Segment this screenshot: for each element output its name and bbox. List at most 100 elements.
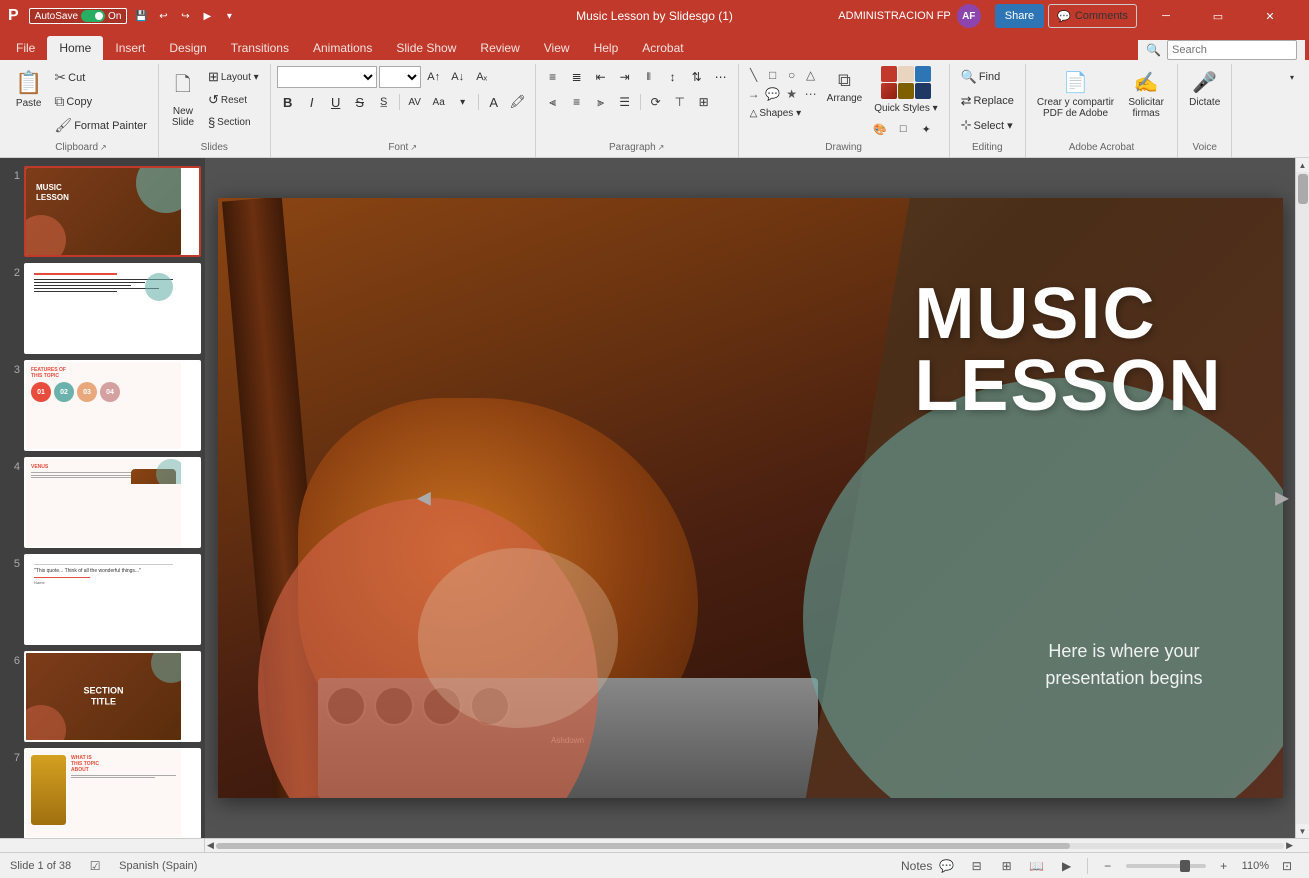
shapes-button[interactable]: △ Shapes ▾: [745, 105, 820, 122]
user-avatar[interactable]: AF: [957, 4, 981, 28]
normal-view-button[interactable]: ⊟: [965, 855, 989, 877]
redo-button[interactable]: ↪: [177, 8, 193, 24]
align-center-button[interactable]: ≡: [566, 91, 588, 113]
style-swatch-5[interactable]: [898, 83, 914, 99]
style-swatch-3[interactable]: [915, 66, 931, 82]
quick-styles-button[interactable]: Quick Styles ▾: [869, 100, 942, 117]
font-expand-icon[interactable]: ↗: [410, 143, 417, 152]
comments-status-button[interactable]: 💬: [935, 855, 959, 877]
bold-button[interactable]: B: [277, 91, 299, 113]
shape-outline-button[interactable]: □: [892, 118, 914, 140]
slide-item-1[interactable]: 1 MUSICLESSON: [4, 166, 201, 257]
tab-help[interactable]: Help: [582, 36, 631, 60]
tab-transitions[interactable]: Transitions: [219, 36, 301, 60]
shape-callout[interactable]: 💬: [764, 85, 782, 103]
shape-tri[interactable]: △: [802, 66, 820, 84]
decrease-indent-button[interactable]: ⇤: [590, 66, 612, 88]
style-swatch-6[interactable]: [915, 83, 931, 99]
slide-item-3[interactable]: 3 FEATURES OFTHIS TOPIC 01 02 03 04: [4, 360, 201, 451]
fit-to-window-button[interactable]: ⊡: [1275, 855, 1299, 877]
justify-button[interactable]: ☰: [614, 91, 636, 113]
tab-acrobat[interactable]: Acrobat: [630, 36, 695, 60]
font-family-select[interactable]: [277, 66, 377, 88]
share-button[interactable]: Share: [995, 4, 1044, 28]
highlight-button[interactable]: 🖍: [507, 91, 529, 113]
line-spacing-button[interactable]: ↕: [662, 66, 684, 88]
font-case-button[interactable]: Aa: [428, 91, 450, 113]
slide-item-7[interactable]: 7 WHAT ISTHIS TOPICABOUT: [4, 748, 201, 838]
slide-thumb-6[interactable]: SECTIONTITLE: [24, 651, 201, 742]
char-spacing-button[interactable]: AV: [404, 91, 426, 113]
h-scroll-thumb[interactable]: [216, 843, 1071, 849]
next-slide-button[interactable]: ▶: [1275, 488, 1289, 509]
tab-view[interactable]: View: [532, 36, 582, 60]
scroll-up-button[interactable]: ▲: [1296, 158, 1309, 172]
slide-thumb-7[interactable]: WHAT ISTHIS TOPICABOUT: [24, 748, 201, 838]
clear-format-button[interactable]: Aₓ: [471, 66, 493, 88]
autosave-toggle[interactable]: [81, 10, 105, 22]
replace-button[interactable]: ⇄ Replace: [956, 90, 1019, 112]
find-button[interactable]: 🔍 Find: [956, 66, 1006, 88]
scroll-thumb[interactable]: [1298, 174, 1308, 204]
underline-button[interactable]: U: [325, 91, 347, 113]
italic-button[interactable]: I: [301, 91, 323, 113]
shape-arrow[interactable]: →: [745, 85, 763, 103]
smartart2-button[interactable]: ⊞: [693, 91, 715, 113]
tab-home[interactable]: Home: [47, 36, 103, 60]
copy-button[interactable]: ⧉ Copy: [49, 90, 152, 113]
minimize-button[interactable]: ─: [1143, 0, 1189, 32]
shape-rect[interactable]: □: [764, 66, 782, 84]
ribbon-expand-button[interactable]: ▾: [1281, 66, 1303, 88]
slide-thumb-5[interactable]: "This quote... Think of all the wonderfu…: [24, 554, 201, 645]
zoom-slider[interactable]: [1126, 864, 1206, 868]
search-input[interactable]: [1167, 40, 1297, 60]
font-case-dropdown[interactable]: ▾: [452, 91, 474, 113]
tab-review[interactable]: Review: [468, 36, 531, 60]
slide-item-6[interactable]: 6 SECTIONTITLE: [4, 651, 201, 742]
text-direction-button[interactable]: ⟳: [645, 91, 667, 113]
col-button[interactable]: ⫴: [638, 66, 660, 88]
clipboard-expand-icon[interactable]: ↗: [100, 143, 107, 152]
tab-slideshow[interactable]: Slide Show: [384, 36, 468, 60]
shape-effects-button[interactable]: ✦: [915, 118, 937, 140]
slide-sorter-button[interactable]: ⊞: [995, 855, 1019, 877]
tab-design[interactable]: Design: [157, 36, 218, 60]
shape-line[interactable]: ╲: [745, 66, 763, 84]
style-swatch-1[interactable]: [881, 66, 897, 82]
comments-button[interactable]: 💬 Comments: [1048, 4, 1137, 28]
zoom-in-button[interactable]: +: [1212, 855, 1236, 877]
prev-slide-button[interactable]: ◀: [417, 488, 431, 509]
style-swatch-4[interactable]: [881, 83, 897, 99]
select-button[interactable]: ⊹ Select ▾: [956, 114, 1018, 136]
close-button[interactable]: ✕: [1247, 0, 1293, 32]
h-scroll-right-button[interactable]: ▶: [1286, 840, 1293, 851]
slide-thumb-1[interactable]: MUSICLESSON: [24, 166, 201, 257]
arrange-button[interactable]: ⧉ Arrange: [822, 66, 868, 108]
new-slide-button[interactable]: 🗋 NewSlide: [165, 66, 201, 132]
bullet-list-button[interactable]: ≡: [542, 66, 564, 88]
font-color-button[interactable]: A: [483, 91, 505, 113]
increase-font-button[interactable]: A↑: [423, 66, 445, 88]
tab-file[interactable]: File: [4, 36, 47, 60]
slide-thumb-4[interactable]: VENUS: [24, 457, 201, 548]
tab-insert[interactable]: Insert: [103, 36, 157, 60]
scroll-down-button[interactable]: ▼: [1296, 824, 1309, 838]
shape-star[interactable]: ★: [783, 85, 801, 103]
zoom-out-button[interactable]: −: [1096, 855, 1120, 877]
convert-smartart-button[interactable]: ⋯: [710, 66, 732, 88]
section-button[interactable]: § Section: [203, 112, 264, 133]
paragraph-expand-icon[interactable]: ↗: [658, 143, 665, 152]
zoom-thumb[interactable]: [1180, 860, 1190, 872]
tab-animations[interactable]: Animations: [301, 36, 384, 60]
slide-subtitle[interactable]: Here is where yourpresentation begins: [1045, 638, 1202, 692]
shape-circle[interactable]: ○: [783, 66, 801, 84]
format-painter-button[interactable]: 🖌 Format Painter: [49, 114, 152, 137]
present-button[interactable]: ▶: [199, 8, 215, 24]
h-scroll-left-button[interactable]: ◀: [207, 840, 214, 851]
slide-thumb-3[interactable]: FEATURES OFTHIS TOPIC 01 02 03 04: [24, 360, 201, 451]
reading-view-button[interactable]: 📖: [1025, 855, 1049, 877]
create-pdf-button[interactable]: 📄 Crear y compartirPDF de Adobe: [1032, 66, 1119, 123]
solicitar-button[interactable]: ✍ Solicitarfirmas: [1121, 66, 1171, 123]
slideshow-button[interactable]: ▶: [1055, 855, 1079, 877]
slide-item-4[interactable]: 4 VENUS: [4, 457, 201, 548]
